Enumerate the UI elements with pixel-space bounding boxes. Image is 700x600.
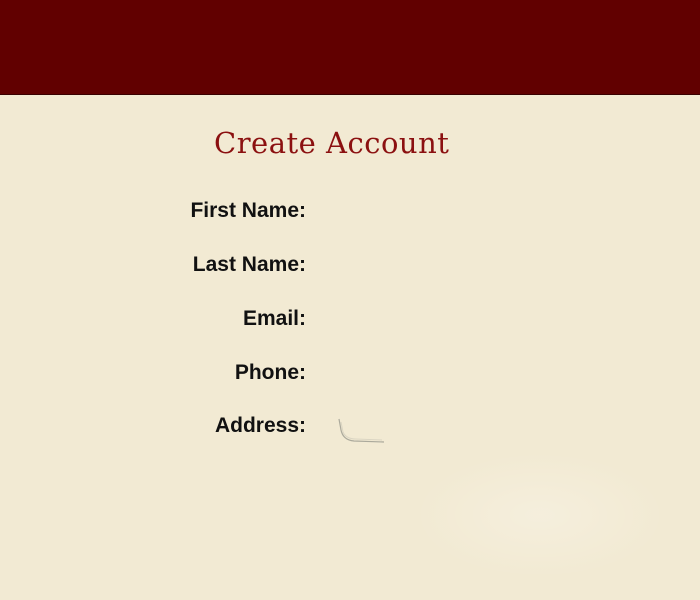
- address-field[interactable]: [336, 413, 586, 439]
- address-row: Address:: [100, 411, 660, 441]
- page-title: Create Account: [214, 126, 450, 160]
- email-row: Email:: [100, 304, 660, 334]
- first-name-field[interactable]: [336, 198, 586, 224]
- phone-label: Phone:: [234, 361, 306, 384]
- first-name-row: First Name:: [100, 196, 660, 226]
- header-bar: [0, 0, 700, 95]
- address-label: Address:: [214, 414, 306, 437]
- phone-field[interactable]: [336, 360, 586, 386]
- form-panel: [0, 95, 700, 600]
- last-name-field[interactable]: [336, 252, 586, 278]
- phone-row: Phone:: [100, 358, 660, 388]
- last-name-label: Last Name:: [192, 253, 306, 276]
- last-name-row: Last Name:: [100, 250, 660, 280]
- email-label: Email:: [242, 307, 306, 330]
- email-field[interactable]: [336, 306, 586, 332]
- first-name-label: First Name:: [190, 199, 306, 222]
